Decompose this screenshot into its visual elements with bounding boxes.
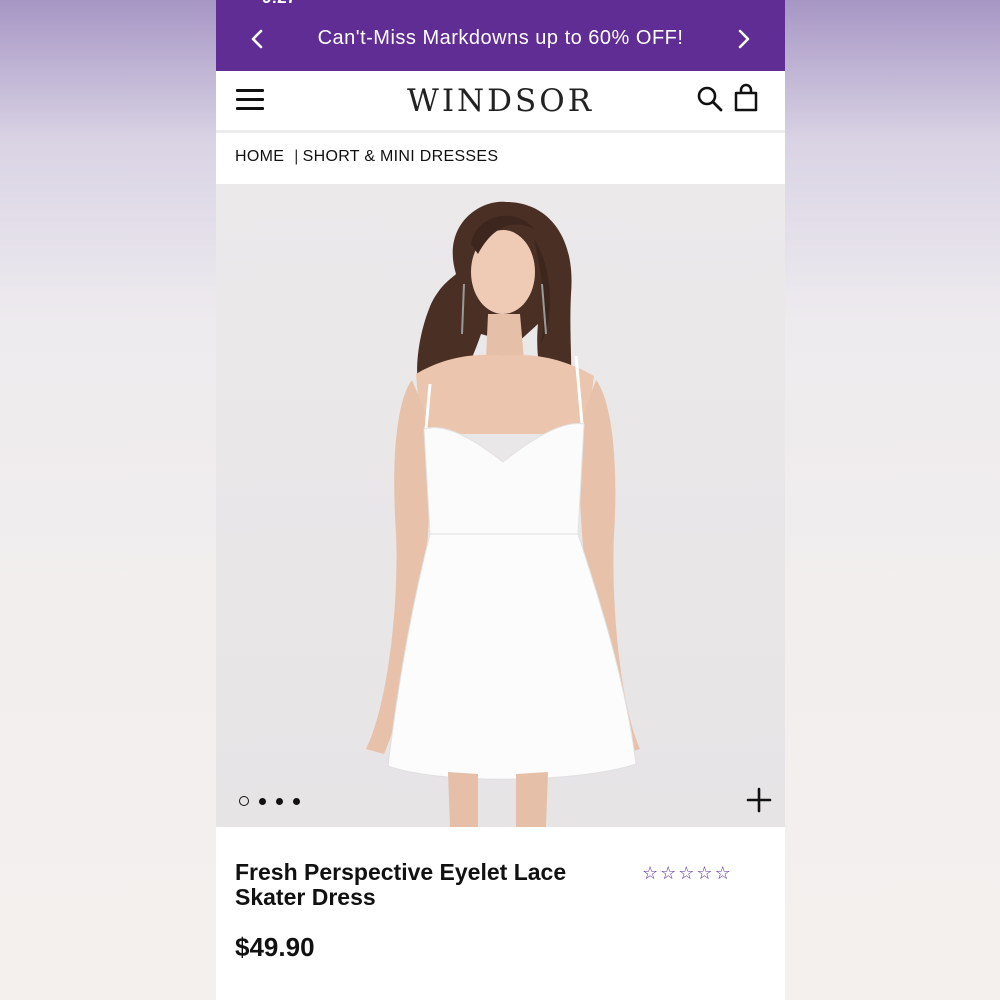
chevron-left-icon[interactable]	[244, 26, 270, 52]
site-header: WINDSOR	[216, 71, 785, 133]
shopping-bag-icon[interactable]	[733, 83, 759, 113]
product-image-gallery[interactable]	[216, 184, 785, 827]
promo-banner[interactable]: Can't-Miss Markdowns up to 60% OFF!	[216, 6, 785, 71]
gallery-dot-2[interactable]	[259, 797, 266, 805]
gallery-dot-1[interactable]	[239, 796, 249, 806]
phone-screen: 9:27 Can't-Miss Markdowns up to 60% OFF!…	[216, 0, 785, 1000]
gallery-dot-3[interactable]	[276, 797, 283, 805]
product-price: $49.90	[235, 932, 315, 962]
star-outline-icon: ☆	[678, 863, 695, 883]
gallery-dots[interactable]	[239, 796, 300, 806]
gallery-dot-4[interactable]	[293, 797, 300, 805]
search-icon[interactable]	[696, 85, 724, 113]
star-outline-icon: ☆	[714, 863, 731, 883]
star-outline-icon: ☆	[696, 863, 713, 883]
star-outline-icon: ☆	[660, 863, 677, 883]
plus-icon[interactable]	[746, 787, 772, 813]
product-photo	[366, 201, 640, 827]
breadcrumb-separator: |	[294, 148, 299, 165]
breadcrumb-category[interactable]: SHORT & MINI DRESSES	[303, 148, 499, 166]
chevron-right-icon[interactable]	[731, 26, 757, 52]
product-title: Fresh Perspective Eyelet Lace Skater Dre…	[235, 859, 567, 910]
breadcrumb-home[interactable]: HOME	[235, 148, 284, 166]
promo-text[interactable]: Can't-Miss Markdowns up to 60% OFF!	[318, 27, 684, 50]
star-rating[interactable]: ☆ ☆ ☆ ☆ ☆	[642, 864, 731, 882]
star-outline-icon: ☆	[642, 863, 659, 883]
breadcrumb: HOME | SHORT & MINI DRESSES	[235, 148, 498, 166]
